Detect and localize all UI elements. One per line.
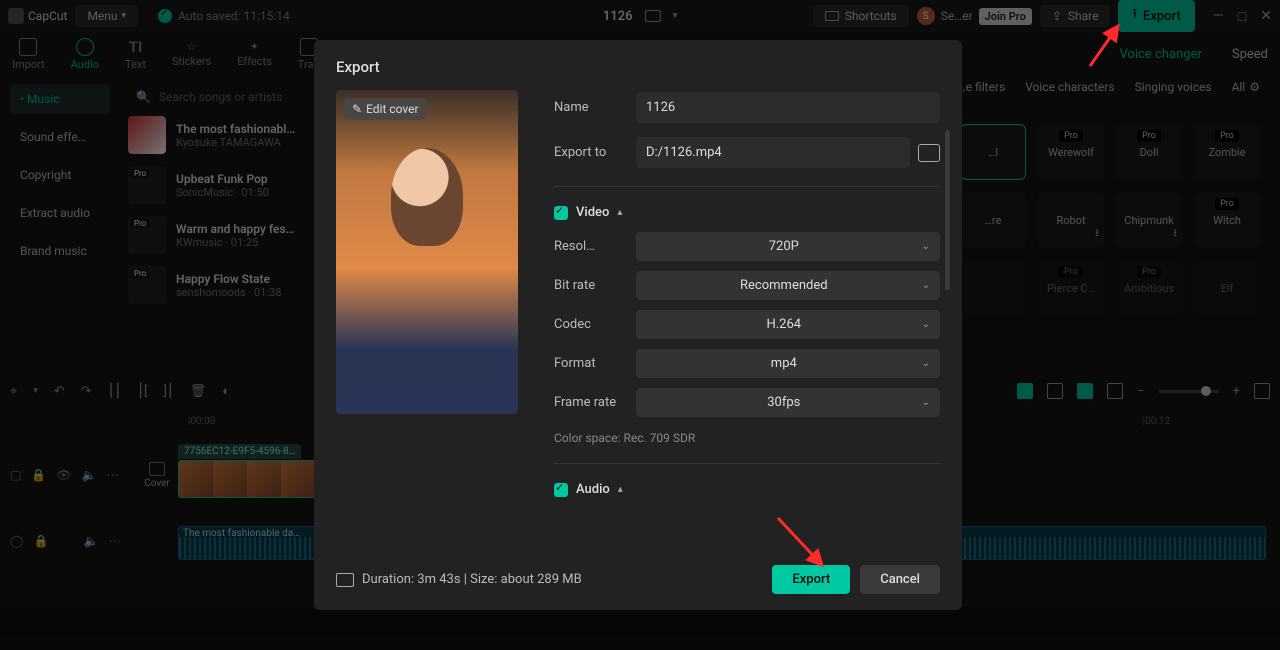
scrollbar[interactable] (945, 130, 950, 290)
cancel-button[interactable]: Cancel (860, 565, 940, 594)
chevron-down-icon: ⌄ (922, 241, 930, 252)
chevron-down-icon: ⌄ (922, 358, 930, 369)
format-select[interactable]: mp4⌄ (636, 349, 940, 378)
film-icon (336, 573, 354, 587)
name-input[interactable]: 1126 (636, 92, 940, 123)
colorspace-note: Color space: Rec. 709 SDR (554, 431, 940, 445)
resolution-label: Resol… (554, 239, 636, 254)
export-path-input[interactable]: D:/1126.mp4 (636, 137, 910, 168)
export-confirm-button[interactable]: Export (772, 565, 850, 594)
edit-cover-button[interactable]: ✎Edit cover (344, 98, 427, 120)
audio-section-toggle[interactable]: Audio▴ (554, 482, 940, 497)
cover-preview: ✎Edit cover (336, 90, 518, 414)
chevron-down-icon: ⌄ (922, 280, 930, 291)
name-label: Name (554, 100, 636, 115)
caret-up-icon: ▴ (618, 484, 623, 495)
video-section-toggle[interactable]: Video▴ (554, 205, 940, 220)
folder-icon[interactable] (918, 144, 940, 162)
dialog-title: Export (336, 58, 940, 76)
checkbox-icon[interactable] (554, 206, 568, 220)
export-dialog: Export ✎Edit cover Name1126 Export toD:/… (314, 40, 962, 610)
caret-up-icon: ▴ (617, 207, 622, 218)
framerate-select[interactable]: 30fps⌄ (636, 388, 940, 417)
framerate-label: Frame rate (554, 395, 636, 410)
pencil-icon: ✎ (352, 102, 362, 116)
export-summary: Duration: 3m 43s | Size: about 289 MB (336, 572, 582, 587)
bitrate-select[interactable]: Recommended⌄ (636, 271, 940, 300)
format-label: Format (554, 356, 636, 371)
bitrate-label: Bit rate (554, 278, 636, 293)
exportto-label: Export to (554, 145, 636, 160)
codec-label: Codec (554, 317, 636, 332)
checkbox-icon[interactable] (554, 483, 568, 497)
chevron-down-icon: ⌄ (922, 397, 930, 408)
chevron-down-icon: ⌄ (922, 319, 930, 330)
codec-select[interactable]: H.264⌄ (636, 310, 940, 339)
resolution-select[interactable]: 720P⌄ (636, 232, 940, 261)
